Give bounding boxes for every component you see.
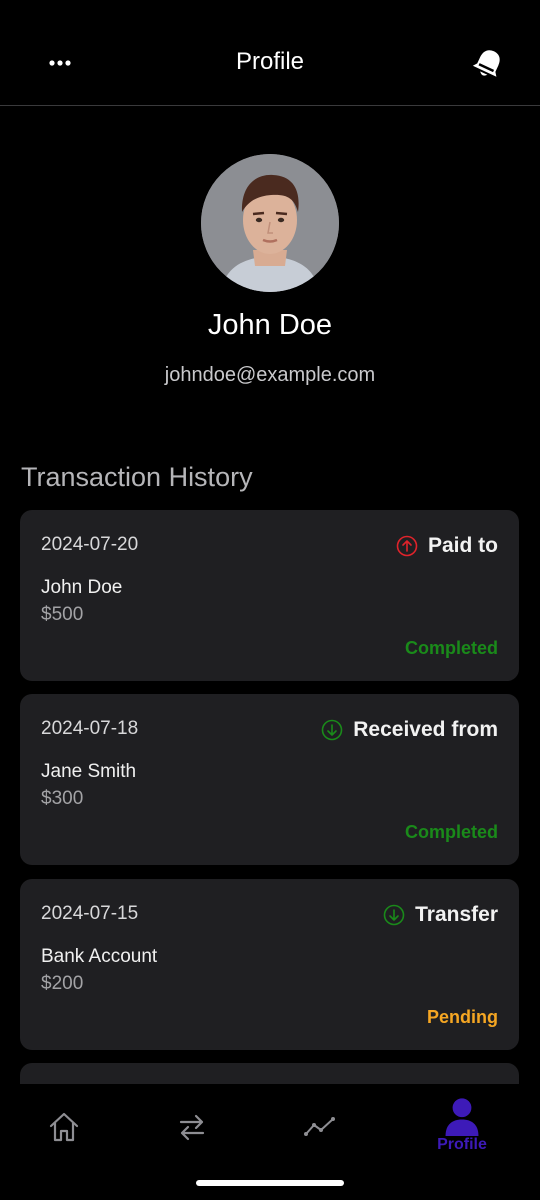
transaction-amount: $300 xyxy=(41,788,84,809)
transaction-type-label: Received from xyxy=(353,718,498,741)
app-header: Profile xyxy=(0,0,540,106)
section-title: Transaction History xyxy=(21,462,253,492)
transaction-type-label: Paid to xyxy=(427,534,498,557)
nav-home[interactable] xyxy=(4,1084,124,1174)
transaction-party: Jane Smith xyxy=(41,761,137,782)
transfer-arrows-icon xyxy=(179,1114,205,1141)
page-title: Profile xyxy=(235,48,305,75)
transaction-date: 2024-07-15 xyxy=(41,903,139,924)
notifications-button[interactable] xyxy=(468,44,508,84)
profile-name: John Doe xyxy=(207,309,333,341)
avatar xyxy=(201,154,339,292)
transaction-status: Completed xyxy=(404,638,498,658)
transaction-date: 2024-07-18 xyxy=(41,718,139,739)
profile-photo xyxy=(201,154,339,292)
transaction-type: Received from xyxy=(321,718,498,742)
profile-screen: Profile John Doe johndoe@example.com Tra… xyxy=(0,0,540,1200)
arrow-down-circle-icon xyxy=(383,904,405,926)
user-icon xyxy=(445,1098,479,1136)
profile-email: johndoe@example.com xyxy=(164,364,376,386)
home-indicator xyxy=(196,1180,344,1186)
transaction-card[interactable]: 2024-07-18 Received from Jane Smith $300… xyxy=(20,694,519,865)
arrow-up-circle-icon xyxy=(396,535,418,557)
transaction-card[interactable]: 2024-07-15 Transfer Bank Account $200 Pe… xyxy=(20,879,519,1050)
transaction-status: Pending xyxy=(427,1007,498,1027)
nav-transfer[interactable] xyxy=(132,1084,252,1174)
transaction-date: 2024-07-20 xyxy=(41,534,139,555)
nav-profile-label: Profile xyxy=(437,1136,487,1153)
transaction-party: John Doe xyxy=(41,577,123,598)
transaction-type: Paid to xyxy=(396,534,498,558)
transaction-type-label: Transfer xyxy=(415,903,498,926)
transaction-status: Completed xyxy=(404,822,498,842)
transaction-card[interactable]: 2024-07-20 Paid to John Doe $500 Complet… xyxy=(20,510,519,681)
analytics-icon xyxy=(304,1117,335,1136)
home-icon xyxy=(49,1112,79,1142)
arrow-down-circle-icon xyxy=(321,719,343,741)
transaction-amount: $500 xyxy=(41,604,84,625)
nav-profile[interactable]: Profile xyxy=(402,1084,522,1174)
transaction-party: Bank Account xyxy=(41,946,158,967)
bell-icon xyxy=(472,50,500,77)
transaction-amount: $200 xyxy=(41,973,84,994)
transaction-type: Transfer xyxy=(383,903,498,927)
nav-analytics[interactable] xyxy=(260,1084,380,1174)
